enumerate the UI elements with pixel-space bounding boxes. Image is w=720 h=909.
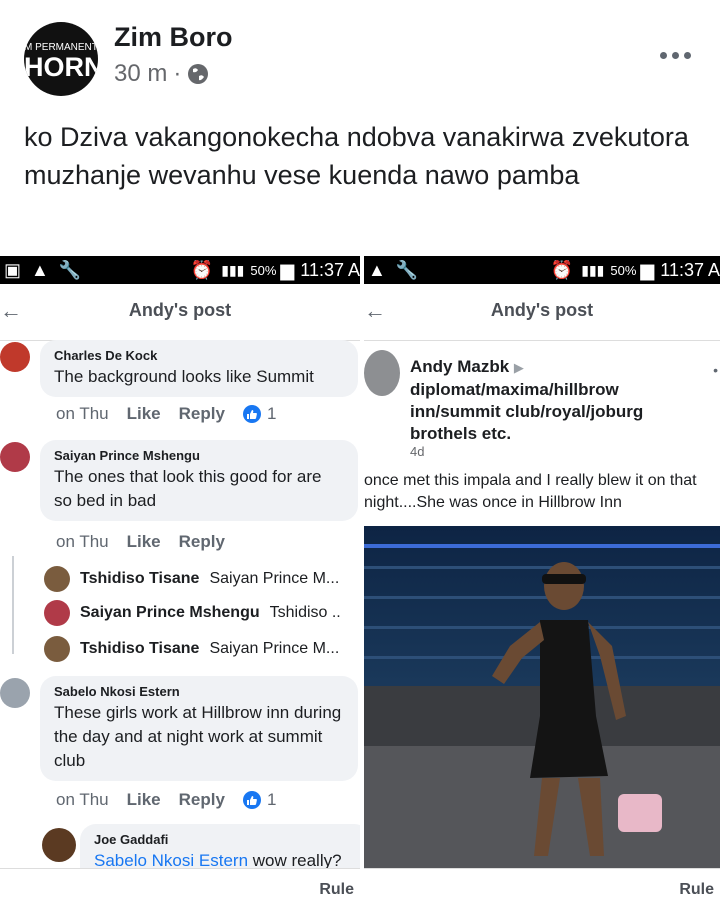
reply-avatar	[44, 636, 70, 662]
footer-label[interactable]: Rule	[319, 881, 354, 899]
comment-author[interactable]: Sabelo Nkosi Estern	[54, 684, 344, 699]
comment-text: These girls work at Hillbrow inn during …	[54, 703, 342, 770]
reply-item[interactable]: Saiyan Prince Mshengu Tshidiso ..	[44, 600, 341, 626]
signal-icon: ▮▮▮	[581, 261, 605, 278]
clock: 11:37 A	[660, 259, 720, 280]
post-header-text: Andy Mazbk ▶ diplomat/maxima/hillbrow in…	[410, 356, 710, 445]
reply-author[interactable]: Saiyan Prince Mshengu	[80, 604, 260, 622]
more-options-icon[interactable]: •	[713, 362, 718, 378]
reply-snippet: Tshidiso ..	[269, 604, 341, 621]
reaction-count: 1	[266, 404, 277, 423]
post-photo[interactable]	[364, 526, 720, 869]
post-time: 30 m	[114, 60, 168, 87]
status-bar: ▣ ▲ 🔧 ⏰ ▮▮▮ 50% ▆ 11:37 A	[0, 256, 360, 284]
nav-bar: ← Andy's post	[0, 284, 360, 341]
battery-icon: ▆	[280, 259, 295, 280]
poster-avatar[interactable]	[364, 350, 400, 396]
comment-author[interactable]: Saiyan Prince Mshengu	[54, 448, 344, 463]
reply-snippet: Saiyan Prince M...	[209, 640, 340, 657]
photo-image	[364, 526, 720, 869]
reply-button[interactable]: Reply	[179, 532, 225, 552]
reply-author[interactable]: Tshidiso Tisane	[80, 570, 199, 588]
battery-icon: ▆	[640, 259, 655, 280]
reply-button[interactable]: Reply	[179, 404, 225, 424]
post-heading: diplomat/maxima/hillbrow inn/summit club…	[410, 380, 644, 443]
comment-bubble: Sabelo Nkosi Estern These girls work at …	[40, 676, 358, 781]
commenter-avatar[interactable]	[0, 442, 30, 472]
warning-icon: ▲	[368, 259, 386, 280]
like-reaction-icon	[242, 791, 261, 809]
post-header: M PERMANENTL HORNY Zim Boro 30 m ·	[0, 0, 720, 110]
status-bar: ▲ 🔧 ⏰ ▮▮▮ 50% ▆ 11:37 A	[364, 256, 720, 284]
reply-author[interactable]: Joe Gaddafi	[94, 832, 356, 847]
footer-label[interactable]: Rule	[679, 881, 714, 899]
commenter-avatar[interactable]	[0, 678, 30, 708]
reply-button[interactable]: Reply	[179, 790, 225, 810]
image-icon: ▣	[4, 259, 22, 280]
reaction-count: 1	[266, 790, 277, 809]
warning-icon: ▲	[31, 259, 49, 280]
comment-actions: on Thu Like Reply	[56, 532, 225, 552]
alarm-icon: ⏰	[190, 259, 214, 280]
reply-avatar[interactable]	[42, 828, 76, 862]
globe-icon	[188, 64, 209, 84]
more-options-icon[interactable]	[660, 52, 691, 59]
battery-percent: 50%	[250, 262, 277, 278]
battery-percent: 50%	[610, 262, 637, 278]
reply-item[interactable]: Tshidiso Tisane Saiyan Prince M...	[44, 636, 339, 662]
signal-icon: ▮▮▮	[221, 261, 245, 278]
post-age: 4d	[410, 444, 425, 459]
wrench-icon: 🔧	[58, 259, 82, 280]
comment-text: The ones that look this good for are so …	[54, 467, 322, 510]
right-screenshot: ▲ 🔧 ⏰ ▮▮▮ 50% ▆ 11:37 A ← Andy's post An…	[364, 256, 720, 909]
reply-avatar	[44, 566, 70, 592]
footer-bar: Rule	[364, 868, 720, 909]
nav-bar: ← Andy's post	[364, 284, 720, 341]
wrench-icon: 🔧	[395, 259, 419, 280]
footer-bar: Rule	[0, 868, 360, 909]
reply-author[interactable]: Tshidiso Tisane	[80, 640, 199, 658]
comment-actions: on Thu Like Reply 1	[56, 790, 276, 810]
like-button[interactable]: Like	[127, 790, 161, 810]
poster-name[interactable]: Andy Mazbk	[410, 357, 509, 376]
post-caption: ko Dziva vakangonokecha ndobva vanakirwa…	[24, 122, 689, 190]
comment-time: on Thu	[56, 790, 109, 809]
meta-separator: ·	[173, 60, 182, 87]
comment-actions: on Thu Like Reply 1	[56, 404, 276, 424]
comment-text: The background looks like Summit	[54, 367, 314, 386]
comment-time: on Thu	[56, 532, 109, 551]
comment-author[interactable]: Charles De Kock	[54, 348, 344, 363]
comment-bubble: Charles De Kock The background looks lik…	[40, 340, 358, 397]
post-text: once met this impala and I really blew i…	[364, 472, 697, 511]
reply-item[interactable]: Tshidiso Tisane Saiyan Prince M...	[44, 566, 339, 592]
like-reaction-icon	[242, 405, 261, 423]
commenter-avatar[interactable]	[0, 342, 30, 372]
reply-snippet: Saiyan Prince M...	[209, 570, 340, 587]
author-name[interactable]: Zim Boro	[114, 22, 233, 53]
comment-time: on Thu	[56, 404, 109, 423]
alarm-icon: ⏰	[550, 259, 574, 280]
avatar-text-line-2: HORNY	[24, 52, 98, 82]
comment-bubble: Saiyan Prince Mshengu The ones that look…	[40, 440, 358, 521]
thread-line	[12, 556, 14, 654]
author-avatar[interactable]: M PERMANENTL HORNY	[24, 22, 98, 96]
like-button[interactable]: Like	[127, 404, 161, 424]
nav-title: Andy's post	[128, 300, 232, 320]
left-screenshot: ▣ ▲ 🔧 ⏰ ▮▮▮ 50% ▆ 11:37 A ← Andy's post …	[0, 256, 360, 909]
shared-arrow-icon: ▶	[513, 360, 524, 375]
like-button[interactable]: Like	[127, 532, 161, 552]
post-meta: 30 m ·	[114, 60, 209, 88]
nav-title: Andy's post	[490, 300, 594, 320]
reply-avatar	[44, 600, 70, 626]
clock: 11:37 A	[300, 259, 360, 280]
